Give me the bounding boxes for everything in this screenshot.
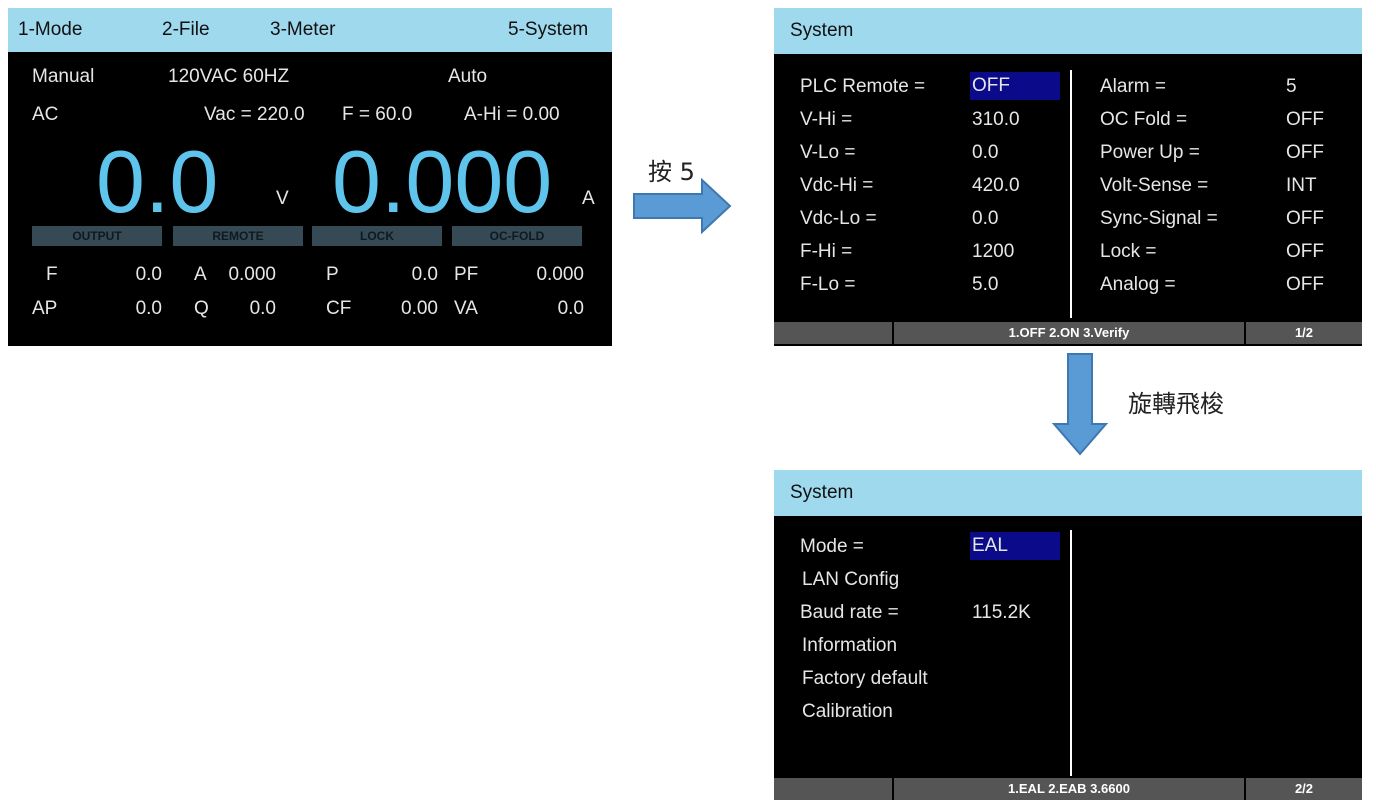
auto-label: Auto bbox=[448, 66, 488, 87]
system-page-2: System Mode = EAL LAN Config Baud rate =… bbox=[774, 470, 1362, 800]
setting-label: V-Hi = bbox=[800, 109, 853, 130]
column-divider bbox=[1070, 70, 1072, 318]
status-oc-fold: OC-FOLD bbox=[452, 226, 582, 246]
softkey-options[interactable]: 1.EAL 2.EAB 3.6600 bbox=[894, 778, 1244, 800]
meas-label: A bbox=[194, 264, 207, 285]
system-title-bar: System bbox=[774, 8, 1362, 54]
meas-label: CF bbox=[326, 298, 352, 319]
setting-label: Alarm = bbox=[1100, 76, 1166, 97]
setting-label: Lock = bbox=[1100, 241, 1157, 262]
setting-label: V-Lo = bbox=[800, 142, 856, 163]
vac-setting: Vac = 220.0 bbox=[204, 104, 305, 125]
freq-setting: F = 60.0 bbox=[342, 104, 413, 125]
menu-file[interactable]: 2-File bbox=[162, 8, 210, 52]
right-arrow-icon bbox=[633, 178, 732, 234]
voltage-readout: 0.0 bbox=[96, 132, 219, 231]
status-output: OUTPUT bbox=[32, 226, 162, 246]
baud-rate-value[interactable]: 115.2K bbox=[972, 602, 1031, 624]
setting-label: Power Up = bbox=[1100, 142, 1200, 163]
softkey-blank[interactable] bbox=[774, 322, 892, 344]
ac-label: AC bbox=[32, 104, 59, 125]
information-item[interactable]: Information bbox=[802, 635, 897, 657]
setting-value[interactable]: 5.0 bbox=[972, 274, 998, 296]
setting-value[interactable]: 0.0 bbox=[972, 142, 998, 164]
setting-value[interactable]: INT bbox=[1286, 175, 1317, 197]
setting-value[interactable]: OFF bbox=[1286, 142, 1324, 164]
setting-label: Mode = bbox=[800, 536, 864, 557]
setting-label: Analog = bbox=[1100, 274, 1176, 295]
setting-value[interactable]: 0.0 bbox=[972, 208, 998, 230]
setting-value[interactable]: 310.0 bbox=[972, 109, 1020, 131]
setting-label: Sync-Signal = bbox=[1100, 208, 1218, 229]
voltage-unit: V bbox=[276, 188, 289, 209]
factory-default-item[interactable]: Factory default bbox=[802, 668, 928, 690]
setting-value[interactable]: 420.0 bbox=[972, 175, 1020, 197]
setting-value[interactable]: OFF bbox=[1286, 109, 1324, 131]
setting-label: Baud rate = bbox=[800, 602, 899, 623]
column-divider bbox=[1070, 530, 1072, 776]
meas-value: 0.0 bbox=[249, 298, 276, 319]
plc-remote-value[interactable]: OFF bbox=[970, 72, 1060, 100]
page-indicator: 2/2 bbox=[1246, 778, 1362, 800]
menu-system[interactable]: 5-System bbox=[508, 8, 588, 52]
setting-label: Volt-Sense = bbox=[1100, 175, 1209, 196]
meas-value: 0.000 bbox=[228, 264, 276, 285]
setting-label: Vdc-Hi = bbox=[800, 175, 874, 196]
setting-label: OC Fold = bbox=[1100, 109, 1188, 130]
system-page-1: System PLC Remote = OFF V-Hi = 310.0 V-L… bbox=[774, 8, 1362, 346]
range-label: 120VAC 60HZ bbox=[168, 66, 290, 87]
setting-label: PLC Remote = bbox=[800, 76, 926, 97]
softkey-options[interactable]: 1.OFF 2.ON 3.Verify bbox=[894, 322, 1244, 344]
meas-value: 0.0 bbox=[557, 298, 584, 319]
setting-value[interactable]: 5 bbox=[1286, 76, 1297, 98]
meas-value: 0.0 bbox=[135, 298, 162, 319]
meas-label: F bbox=[46, 264, 58, 285]
mode-manual: Manual bbox=[32, 66, 95, 87]
meas-label: P bbox=[326, 264, 339, 285]
main-meter-screen: 1-Mode 2-File 3-Meter 5-System Manual 12… bbox=[8, 8, 612, 346]
down-arrow-icon bbox=[1051, 353, 1109, 456]
main-menu-bar: 1-Mode 2-File 3-Meter 5-System bbox=[8, 8, 612, 52]
system-title-bar: System bbox=[774, 470, 1362, 516]
meas-label: PF bbox=[454, 264, 479, 285]
ahi-setting: A-Hi = 0.00 bbox=[464, 104, 560, 125]
current-readout: 0.000 bbox=[332, 132, 553, 231]
menu-mode[interactable]: 1-Mode bbox=[18, 8, 82, 52]
page-indicator: 1/2 bbox=[1246, 322, 1362, 344]
menu-meter[interactable]: 3-Meter bbox=[270, 8, 335, 52]
meas-value: 0.0 bbox=[135, 264, 162, 285]
meas-value: 0.0 bbox=[411, 264, 438, 285]
calibration-item[interactable]: Calibration bbox=[802, 701, 893, 723]
meas-label: Q bbox=[194, 298, 209, 319]
setting-value[interactable]: 1200 bbox=[972, 241, 1014, 263]
softkey-bar: 1.EAL 2.EAB 3.6600 2/2 bbox=[774, 778, 1362, 800]
softkey-blank[interactable] bbox=[774, 778, 892, 800]
status-lock: LOCK bbox=[312, 226, 442, 246]
meas-label: AP bbox=[32, 298, 58, 319]
meas-value: 0.00 bbox=[401, 298, 438, 319]
setting-label: Vdc-Lo = bbox=[800, 208, 877, 229]
softkey-bar: 1.OFF 2.ON 3.Verify 1/2 bbox=[774, 322, 1362, 344]
setting-label: F-Lo = bbox=[800, 274, 856, 295]
meas-label: VA bbox=[454, 298, 478, 319]
lan-config-item[interactable]: LAN Config bbox=[802, 569, 899, 591]
setting-value[interactable]: OFF bbox=[1286, 274, 1324, 296]
rotate-knob-label: 旋轉飛梭 bbox=[1128, 390, 1224, 418]
mode-value[interactable]: EAL bbox=[970, 532, 1060, 560]
meas-value: 0.000 bbox=[536, 264, 584, 285]
setting-value[interactable]: OFF bbox=[1286, 241, 1324, 263]
setting-value[interactable]: OFF bbox=[1286, 208, 1324, 230]
status-remote: REMOTE bbox=[173, 226, 303, 246]
setting-label: F-Hi = bbox=[800, 241, 853, 262]
current-unit: A bbox=[582, 188, 595, 209]
